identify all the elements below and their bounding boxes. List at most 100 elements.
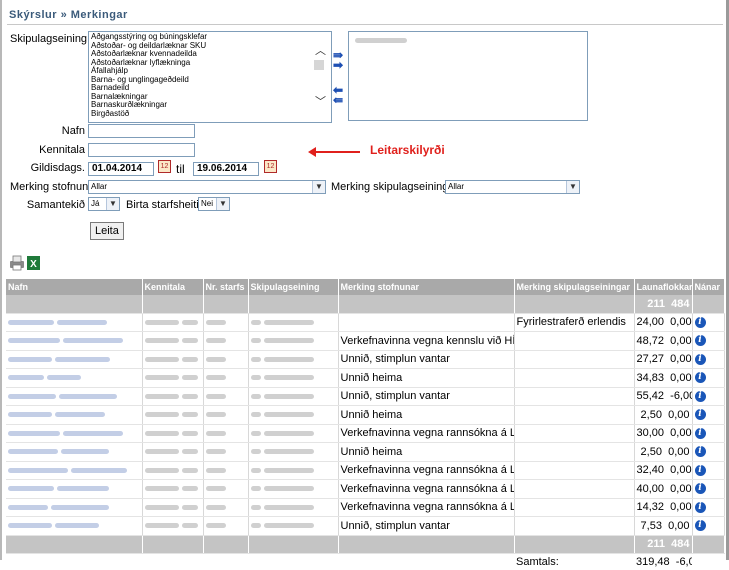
info-icon[interactable]: i <box>695 317 706 328</box>
name-cell[interactable] <box>6 406 142 425</box>
skipulagseining-label: Skipulagseining <box>10 33 85 45</box>
kennitala-cell <box>142 498 203 517</box>
kennitala-cell <box>142 517 203 536</box>
chevron-down-icon[interactable]: ▼ <box>216 198 229 210</box>
table-row[interactable]: Unnið heima34,83 0,00i <box>6 369 724 388</box>
chevron-down-icon[interactable]: ▼ <box>312 181 325 193</box>
chevron-down-icon[interactable]: ▼ <box>566 181 579 193</box>
name-cell[interactable] <box>6 461 142 480</box>
merking-skipulagseiningar-value: Allar <box>448 182 464 191</box>
list-scroll-up-icon[interactable]: ︿ <box>315 42 326 58</box>
details-cell: i <box>692 443 724 462</box>
merking-skipulagseiningar-cell <box>514 480 634 499</box>
details-cell: i <box>692 498 724 517</box>
name-cell[interactable] <box>6 313 142 332</box>
column-header[interactable]: Launaflokkar <box>634 279 692 295</box>
kennitala-input[interactable] <box>88 143 195 157</box>
launaflokkar-cell: 14,32 0,00 <box>634 498 692 517</box>
list-scroll-down-icon[interactable]: ﹀ <box>315 93 326 109</box>
starf-cell <box>203 443 248 462</box>
table-row[interactable]: Unnið, stimplun vantar55,42 -6,00i <box>6 387 724 406</box>
merking-stofnunar-select[interactable]: Allar ▼ <box>88 180 326 194</box>
merking-stofnunar-cell: Unnið heima <box>338 406 514 425</box>
column-header[interactable]: Nánar <box>692 279 724 295</box>
table-row[interactable]: Verkefnavinna vegna kennslu við HÍ48,72 … <box>6 332 724 351</box>
table-row[interactable]: Unnið heima2,50 0,00i <box>6 443 724 462</box>
name-cell[interactable] <box>6 369 142 388</box>
birta-starfsheiti-select[interactable]: Nei ▼ <box>198 197 230 211</box>
info-icon[interactable]: i <box>695 520 706 531</box>
selected-units-listbox[interactable] <box>348 31 588 121</box>
table-row[interactable]: Unnið, stimplun vantar7,53 0,00i <box>6 517 724 536</box>
add-arrow-icon[interactable]: ➡ <box>333 60 343 70</box>
table-row[interactable]: Fyrirlestraferð erlendis24,00 0,00i <box>6 313 724 332</box>
selected-unit-item[interactable] <box>355 38 407 43</box>
info-icon[interactable]: i <box>695 354 706 365</box>
column-header[interactable]: Merking stofnunar <box>338 279 514 295</box>
nafn-input[interactable] <box>88 124 195 138</box>
info-icon[interactable]: i <box>695 502 706 513</box>
name-cell[interactable] <box>6 424 142 443</box>
table-header-row: Nafn Kennitala Nr. starfs Skipulagseinin… <box>6 279 724 295</box>
starf-cell <box>203 387 248 406</box>
kennitala-cell <box>142 480 203 499</box>
annotation-arrowhead <box>308 147 316 157</box>
starf-cell <box>203 498 248 517</box>
launaflokkar-cell: 2,50 0,00 <box>634 443 692 462</box>
merking-skipulagseiningar-select[interactable]: Allar ▼ <box>445 180 580 194</box>
table-row[interactable]: Verkefnavinna vegna rannsókna á LSH 14,32… <box>6 498 724 517</box>
column-header[interactable]: Nr. starfs <box>203 279 248 295</box>
table-row[interactable]: Unnið, stimplun vantar27,27 0,00i <box>6 350 724 369</box>
samantekid-select[interactable]: Já ▼ <box>88 197 120 211</box>
table-row[interactable]: Verkefnavinna vegna rannsókna á LSH40,00… <box>6 480 724 499</box>
kennitala-cell <box>142 369 203 388</box>
name-cell[interactable] <box>6 498 142 517</box>
name-cell[interactable] <box>6 387 142 406</box>
column-header[interactable]: Kennitala <box>142 279 203 295</box>
info-icon[interactable]: i <box>695 409 706 420</box>
date-to-input[interactable]: 19.06.2014 <box>193 162 259 176</box>
info-icon[interactable]: i <box>695 446 706 457</box>
chevron-down-icon[interactable]: ▼ <box>106 198 119 210</box>
excel-icon[interactable]: X <box>27 256 40 270</box>
launaflokkar-cell: 27,27 0,00 <box>634 350 692 369</box>
list-scroll-thumb[interactable] <box>314 60 324 70</box>
merking-stofnunar-cell: Verkefnavinna vegna rannsókna á LSH <box>338 498 514 517</box>
details-cell: i <box>692 406 724 425</box>
name-cell[interactable] <box>6 332 142 351</box>
calendar-icon[interactable]: 12 <box>264 160 277 173</box>
info-icon[interactable]: i <box>695 391 706 402</box>
name-cell[interactable] <box>6 350 142 369</box>
merking-skipulagseiningar-cell <box>514 461 634 480</box>
calendar-icon[interactable]: 12 <box>158 160 171 173</box>
leita-button[interactable]: Leita <box>90 222 124 240</box>
info-icon[interactable]: i <box>695 335 706 346</box>
date-from-input[interactable]: 01.04.2014 <box>88 162 154 176</box>
printer-icon[interactable] <box>10 256 24 270</box>
unit-cell <box>248 424 338 443</box>
column-header[interactable]: Skipulagseining <box>248 279 338 295</box>
info-icon[interactable]: i <box>695 372 706 383</box>
birta-starfsheiti-label: Birta starfsheiti <box>126 199 199 211</box>
merking-skipulagseiningar-cell <box>514 406 634 425</box>
merking-stofnunar-cell: Verkefnavinna vegna rannsókna á LSH <box>338 480 514 499</box>
table-row[interactable]: Unnið heima2,50 0,00i <box>6 406 724 425</box>
info-icon[interactable]: i <box>695 483 706 494</box>
table-row[interactable]: Verkefnavinna vegna rannsókna á LSH30,00… <box>6 424 724 443</box>
info-icon[interactable]: i <box>695 428 706 439</box>
name-cell[interactable] <box>6 443 142 462</box>
column-header[interactable]: Nafn <box>6 279 142 295</box>
totals-row: Samtals:319,48 -6,00 <box>6 554 724 570</box>
info-icon[interactable]: i <box>695 465 706 476</box>
remove-all-arrow-icon[interactable]: ⇚ <box>333 95 343 105</box>
name-cell[interactable] <box>6 480 142 499</box>
name-cell[interactable] <box>6 517 142 536</box>
launaflokkar-cell: 7,53 0,00 <box>634 517 692 536</box>
list-item[interactable]: Birgðastöð <box>91 110 329 119</box>
merking-stofnunar-cell: Unnið, stimplun vantar <box>338 387 514 406</box>
samantekid-value: Já <box>91 199 99 208</box>
column-header[interactable]: Merking skipulagseiningar <box>514 279 634 295</box>
export-tools: X <box>9 255 41 274</box>
skipulagseining-listbox[interactable]: Aðgangsstýring og búningsklefarAðstoðar-… <box>88 31 332 123</box>
table-row[interactable]: Verkefnavinna vegna rannsókna á LSH32,40… <box>6 461 724 480</box>
